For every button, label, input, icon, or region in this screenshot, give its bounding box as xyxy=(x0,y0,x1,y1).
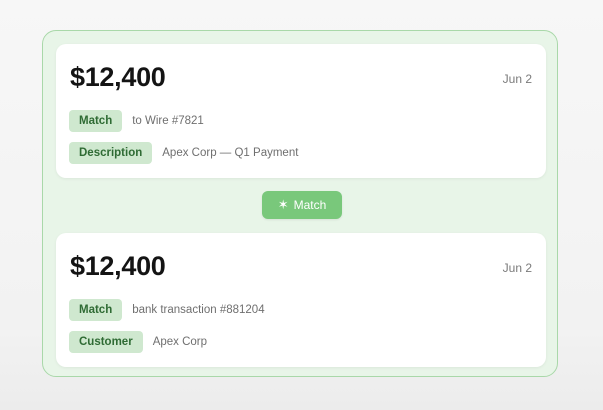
description-row: Description Apex Corp — Q1 Payment xyxy=(69,142,298,164)
description-text: Apex Corp — Q1 Payment xyxy=(162,147,299,159)
match-button-label: Match xyxy=(293,198,327,212)
match-button[interactable]: ✶ Match xyxy=(262,191,342,219)
match-row: Match bank transaction #881204 xyxy=(69,299,265,321)
match-reference: bank transaction #881204 xyxy=(132,304,265,316)
customer-tag: Customer xyxy=(69,331,143,353)
transaction-amount: $12,400 xyxy=(70,62,166,92)
match-row: Match to Wire #7821 xyxy=(69,110,204,132)
match-tag: Match xyxy=(69,110,123,132)
match-reference: to Wire #7821 xyxy=(132,115,204,127)
match-tag: Match xyxy=(69,299,123,321)
transaction-amount: $12,400 xyxy=(70,251,166,281)
transaction-date: Jun 2 xyxy=(502,261,532,275)
transaction-date: Jun 2 xyxy=(502,72,532,86)
bank-transaction-card[interactable]: $12,400 Jun 2 Match to Wire #7821 Descri… xyxy=(56,44,546,178)
description-tag: Description xyxy=(69,142,153,164)
match-panel: $12,400 Jun 2 Match to Wire #7821 Descri… xyxy=(42,30,558,377)
customer-row: Customer Apex Corp xyxy=(69,331,207,353)
customer-name: Apex Corp xyxy=(152,336,208,348)
sparkle-icon: ✶ xyxy=(277,197,289,212)
ledger-transaction-card[interactable]: $12,400 Jun 2 Match bank transaction #88… xyxy=(56,233,546,367)
